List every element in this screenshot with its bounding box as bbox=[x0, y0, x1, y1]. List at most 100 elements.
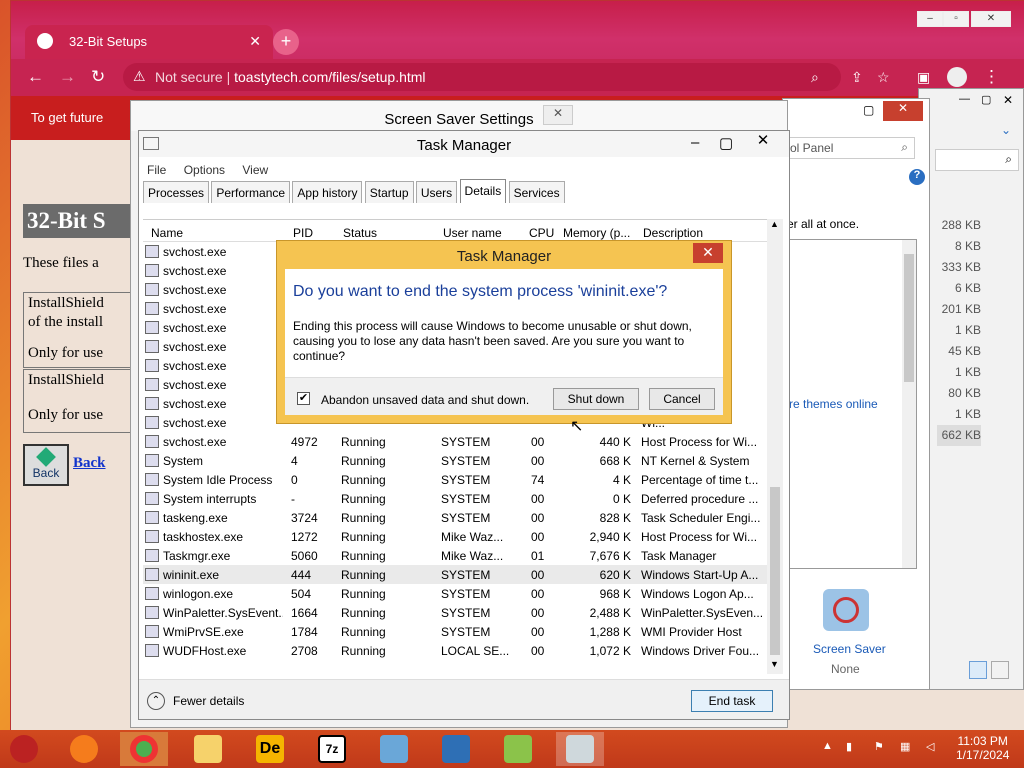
flag-icon[interactable]: ⚑ bbox=[874, 740, 884, 753]
battery-icon[interactable]: ▮ bbox=[846, 740, 852, 753]
col-name[interactable]: Name bbox=[151, 226, 183, 240]
cancel-button[interactable]: Cancel bbox=[649, 388, 715, 410]
cp-search[interactable]: ol Panel ⌕ bbox=[787, 137, 915, 159]
7zip-icon[interactable]: 7z bbox=[308, 732, 356, 766]
table-row[interactable]: System Idle Process 0 Running SYSTEM 74 4 K Pe… bbox=[143, 470, 771, 489]
cell-user: SYSTEM bbox=[441, 511, 491, 525]
screen-saver-icon[interactable] bbox=[823, 589, 869, 631]
forward-arrow-icon[interactable]: → bbox=[59, 67, 76, 87]
menu-options[interactable]: Options bbox=[184, 163, 225, 177]
menu-view[interactable]: View bbox=[242, 163, 268, 177]
table-scrollbar[interactable]: ▲ ▼ bbox=[767, 219, 783, 674]
themes-scrollbar[interactable] bbox=[902, 240, 916, 568]
shut-down-button[interactable]: Shut down bbox=[553, 388, 639, 410]
table-row[interactable]: winlogon.exe 504 Running SYSTEM 00 968 K Windo… bbox=[143, 584, 771, 603]
clock[interactable]: 11:03 PM 1/17/2024 bbox=[956, 734, 1009, 762]
tab-details[interactable]: Details bbox=[459, 179, 507, 203]
tm-minimize-icon[interactable]: – bbox=[691, 134, 699, 151]
process-icon bbox=[145, 378, 159, 391]
minimize-icon[interactable]: – bbox=[917, 11, 943, 27]
sss-close-icon[interactable]: ✕ bbox=[543, 105, 573, 125]
maximize-icon[interactable]: ▫ bbox=[943, 11, 969, 27]
col-user[interactable]: User name bbox=[443, 226, 502, 240]
tab-app-history[interactable]: App history bbox=[292, 181, 363, 203]
address-bar[interactable]: ⚠ Not secure | toastytech.com/files/setu… bbox=[123, 63, 841, 91]
tm-maximize-icon[interactable]: ▢ bbox=[719, 134, 733, 152]
url-text: toastytech.com/files/setup.html bbox=[234, 69, 426, 85]
chevron-down-icon[interactable]: ⌄ bbox=[1001, 123, 1011, 137]
dialog-close-icon[interactable]: ✕ bbox=[693, 243, 723, 263]
col-status[interactable]: Status bbox=[343, 226, 377, 240]
reload-icon[interactable]: ↻ bbox=[91, 67, 105, 87]
firefox-icon[interactable] bbox=[60, 732, 108, 766]
task-manager-icon[interactable] bbox=[556, 732, 604, 766]
tab-performance[interactable]: Performance bbox=[211, 181, 291, 203]
profile-avatar[interactable] bbox=[947, 67, 967, 87]
search-icon[interactable]: ⌕ bbox=[811, 69, 819, 86]
table-row[interactable]: WinPaletter.SysEvent... 1664 Running SYSTEM… bbox=[143, 603, 771, 622]
tm-close-icon[interactable]: ✕ bbox=[743, 131, 783, 153]
explorer-maximize-icon[interactable]: ▢ bbox=[981, 93, 991, 106]
tiles-view-icon[interactable] bbox=[991, 661, 1009, 679]
de-icon[interactable]: De bbox=[246, 732, 294, 766]
browser-tab[interactable]: 32-Bit Setups ✕ bbox=[25, 25, 273, 59]
network-icon[interactable]: ▦ bbox=[900, 740, 910, 753]
fewer-details-link[interactable]: Fewer details bbox=[173, 694, 244, 708]
chevron-up-icon[interactable]: ⌃ bbox=[147, 692, 165, 710]
close-icon[interactable]: ✕ bbox=[971, 11, 1011, 27]
table-row[interactable]: System 4 Running SYSTEM 00 668 K NT Kernel & S… bbox=[143, 451, 771, 470]
themes-online-link[interactable]: re themes online bbox=[789, 397, 878, 411]
tab-users[interactable]: Users bbox=[415, 181, 458, 203]
cp-search-text: ol Panel bbox=[790, 141, 834, 155]
screen-saver-label[interactable]: Screen Saver bbox=[813, 642, 886, 656]
sidebar-icon[interactable]: ▣ bbox=[917, 69, 930, 86]
winpaletter-icon[interactable] bbox=[494, 732, 542, 766]
end-task-button[interactable]: End task bbox=[691, 690, 773, 712]
cp-close-icon[interactable]: ✕ bbox=[883, 101, 923, 121]
scroll-thumb[interactable] bbox=[904, 254, 914, 382]
menu-file[interactable]: File bbox=[147, 163, 166, 177]
table-row[interactable]: taskhostex.exe 1272 Running Mike Waz... 00 2,… bbox=[143, 527, 771, 546]
explorer-search[interactable]: ⌕ bbox=[935, 149, 1019, 171]
table-row[interactable]: Taskmgr.exe 5060 Running Mike Waz... 01 7,676… bbox=[143, 546, 771, 565]
tab-services[interactable]: Services bbox=[508, 181, 565, 203]
box1-line2: of the install bbox=[28, 314, 103, 330]
tab-processes[interactable]: Processes bbox=[143, 181, 210, 203]
new-tab-button[interactable]: + bbox=[273, 29, 299, 55]
table-row[interactable]: svchost.exe 4972 Running SYSTEM 00 440 K Host … bbox=[143, 432, 771, 451]
help-icon[interactable]: ? bbox=[909, 169, 925, 185]
explorer-close-icon[interactable]: ✕ bbox=[1003, 93, 1013, 107]
cp-maximize-icon[interactable]: ▢ bbox=[863, 103, 874, 117]
menu-dots-icon[interactable]: ⋮ bbox=[983, 67, 1000, 87]
scroll-down-icon[interactable]: ▼ bbox=[770, 659, 779, 669]
col-cpu[interactable]: CPU bbox=[529, 226, 554, 240]
close-tab-icon[interactable]: ✕ bbox=[249, 33, 261, 50]
grenade-app-icon[interactable] bbox=[0, 732, 48, 766]
volume-icon[interactable]: ◁ bbox=[926, 740, 934, 753]
site-favicon-icon bbox=[37, 33, 53, 49]
details-view-icon[interactable] bbox=[969, 661, 987, 679]
abandon-checkbox[interactable]: ✔ bbox=[297, 392, 310, 405]
scroll-thumb[interactable] bbox=[770, 487, 780, 655]
col-memory[interactable]: Memory (p... bbox=[563, 226, 630, 240]
back-arrow-icon[interactable]: ← bbox=[27, 67, 44, 87]
col-pid[interactable]: PID bbox=[293, 226, 313, 240]
col-description[interactable]: Description bbox=[643, 226, 703, 240]
scroll-up-icon[interactable]: ▲ bbox=[770, 219, 779, 229]
table-row[interactable]: WUDFHost.exe 2708 Running LOCAL SE... 00 1,07… bbox=[143, 641, 771, 660]
back-link[interactable]: Back bbox=[73, 455, 106, 472]
table-row[interactable]: taskeng.exe 3724 Running SYSTEM 00 828 K Task … bbox=[143, 508, 771, 527]
file-explorer-icon[interactable] bbox=[184, 732, 232, 766]
table-row[interactable]: System interrupts - Running SYSTEM 00 0 K Defe… bbox=[143, 489, 771, 508]
share-icon[interactable]: ⇪ bbox=[851, 69, 863, 86]
table-row[interactable]: WmiPrvSE.exe 1784 Running SYSTEM 00 1,288 K WM… bbox=[143, 622, 771, 641]
control-panel-icon[interactable] bbox=[370, 732, 418, 766]
star-icon[interactable]: ☆ bbox=[877, 69, 890, 86]
explorer-minimize-icon[interactable]: — bbox=[959, 93, 970, 105]
show-hidden-icon[interactable]: ▲ bbox=[822, 740, 833, 752]
monitor-icon[interactable] bbox=[432, 732, 480, 766]
tab-startup[interactable]: Startup bbox=[364, 181, 414, 203]
back-button[interactable]: Back bbox=[23, 444, 69, 486]
table-row[interactable]: wininit.exe 444 Running SYSTEM 00 620 K Window… bbox=[143, 565, 771, 584]
chrome-icon[interactable] bbox=[120, 732, 168, 766]
